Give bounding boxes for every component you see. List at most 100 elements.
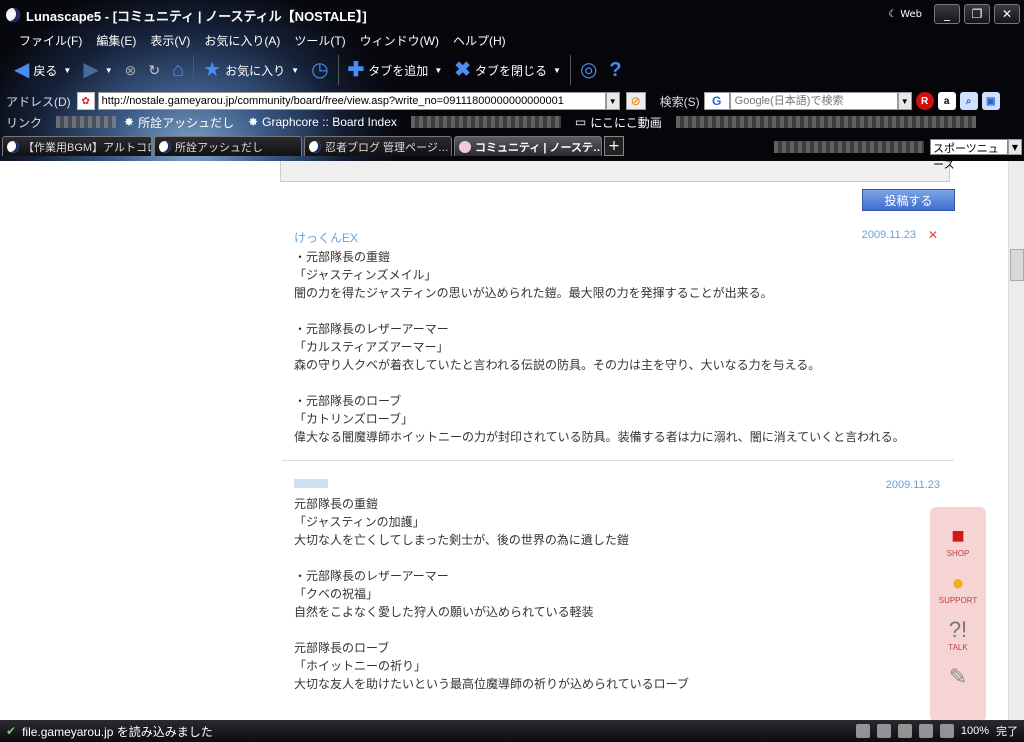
tv-button[interactable]: ◎	[574, 60, 603, 80]
toolbar-separator	[193, 55, 195, 85]
redacted-link[interactable]	[410, 116, 561, 128]
stop-button[interactable]: ⊗	[119, 63, 143, 77]
status-message: file.gameyarou.jp を読み込みました	[22, 724, 213, 739]
forward-arrow-icon: ▶	[83, 59, 99, 81]
link-ash[interactable]: ✸ 所詮アッシュだし	[124, 114, 234, 131]
amazon-icon[interactable]: a	[937, 92, 956, 110]
menu-favorites[interactable]: お気に入り(A)	[197, 32, 287, 49]
news-dropdown[interactable]: ▼	[1008, 139, 1022, 155]
news-ticker: スポーツニュース ▼	[774, 139, 1022, 171]
delete-icon[interactable]: ✕	[928, 228, 938, 242]
address-label: アドレス(D)	[6, 94, 71, 109]
reply-form-area	[280, 161, 950, 182]
vertical-scrollbar[interactable]	[1008, 161, 1024, 720]
comment-line: 森の守り人クベが着衣していたと言われる伝説の防具。その力は主を守り、大いなる力を…	[294, 358, 821, 372]
memo-link[interactable]: ✎	[949, 664, 967, 690]
page-icon[interactable]	[855, 724, 870, 738]
tv-icon: ▭	[574, 115, 587, 129]
comment-line: 元部隊長のローブ	[294, 641, 390, 655]
comment-line: ・元部隊長のレザーアーマー	[294, 569, 449, 583]
close-tab-button[interactable]: ✖ タブを閉じる ▼	[448, 60, 567, 80]
eye-icon[interactable]	[918, 724, 933, 738]
zoom-level[interactable]: 100%	[961, 725, 989, 737]
title-bar: Lunascape5 - [コミュニティ | ノースティル【NOSTALE】] …	[0, 0, 1024, 30]
moon-icon	[159, 140, 171, 153]
window-icon[interactable]: ▣	[981, 92, 1000, 110]
loaded-check-icon: ✔	[6, 724, 17, 738]
new-tab-button[interactable]: +	[604, 136, 624, 156]
rakuten-icon[interactable]: R	[915, 92, 934, 110]
comment-date: 2009.11.23	[885, 479, 940, 491]
tab-ash[interactable]: 所詮アッシュだし	[154, 136, 302, 156]
comment-line: 偉大なる闇魔導師ホイットニーの力が封印されている防具。装備する者は力に溺れ、闇に…	[294, 430, 905, 444]
back-button[interactable]: ◀ 戻る ▼	[8, 60, 77, 80]
support-link[interactable]: ● SUPPORT	[939, 570, 978, 605]
home-button[interactable]: ⌂	[166, 60, 190, 80]
stop-icon: ⊗	[124, 62, 137, 78]
reload-icon: ↻	[148, 62, 161, 78]
site-favicon-icon: ✿	[76, 92, 95, 110]
menu-tools[interactable]: ツール(T)	[287, 32, 352, 49]
web-toggle[interactable]: ☾ Web	[888, 9, 922, 20]
page-content: 投稿する けっくんEX 2009.11.23 ✕ ・元部隊長の重鎧 「ジャスティ…	[0, 161, 1024, 720]
link-graphcore[interactable]: ✸ Graphcore :: Board Index	[248, 115, 397, 129]
lightbulb-icon: ●	[951, 570, 965, 595]
menu-window[interactable]: ウィンドウ(W)	[353, 32, 446, 49]
links-label: リンク	[6, 115, 43, 130]
moon-icon: ☾	[888, 8, 898, 20]
minimize-button[interactable]: _	[934, 4, 960, 24]
redacted-link[interactable]	[675, 116, 976, 128]
google-icon[interactable]: G	[703, 92, 730, 110]
comment-line: 大切な人を亡くしてしまった剣士が、後の世界の為に遺した鎧	[294, 533, 629, 547]
add-tab-button[interactable]: ✚ タブを追加 ▼	[342, 60, 449, 80]
comment-author-redacted[interactable]	[294, 479, 934, 495]
post-button[interactable]: 投稿する	[862, 189, 955, 211]
search-label: 検索(S)	[659, 94, 700, 109]
menu-view[interactable]: 表示(V)	[143, 32, 197, 49]
tab-community[interactable]: コミュニティ | ノーステ…✖	[454, 136, 602, 156]
address-input[interactable]	[97, 92, 606, 110]
tab-ninja-blog[interactable]: 忍者ブログ 管理ページ…	[304, 136, 452, 156]
comment-author[interactable]: けっくんEX	[294, 229, 934, 246]
forward-button[interactable]: ▶ ▼	[77, 60, 118, 80]
block-icon[interactable]: ⊘	[625, 92, 646, 110]
shop-link[interactable]: ■ SHOP	[947, 523, 970, 558]
redacted-ticker	[774, 141, 924, 153]
comment-line: 元部隊長の重鎧	[294, 497, 379, 511]
reload-button[interactable]: ↻	[142, 63, 166, 77]
comment-line: ・元部隊長のローブ	[294, 394, 402, 408]
help-button[interactable]: ?	[603, 60, 627, 80]
security-icon[interactable]	[876, 724, 891, 738]
address-dropdown[interactable]: ▼	[605, 92, 620, 110]
comment-divider	[282, 460, 954, 461]
browser-chrome: Lunascape5 - [コミュニティ | ノースティル【NOSTALE】] …	[0, 0, 1024, 171]
menu-file[interactable]: ファイル(F)	[12, 32, 89, 49]
chevron-down-icon: ▼	[291, 65, 300, 75]
scrollbar-thumb[interactable]	[1010, 249, 1024, 281]
favorites-button[interactable]: ★ お気に入り ▼	[197, 60, 305, 80]
comment-line: 「ジャスティンの加護」	[294, 515, 425, 529]
redacted-link[interactable]	[56, 116, 117, 128]
home-icon: ⌂	[172, 59, 185, 81]
window-title: Lunascape5 - [コミュニティ | ノースティル【NOSTALE】]	[26, 8, 367, 24]
status-icons: 100% 完了	[855, 723, 1018, 739]
menu-edit[interactable]: 編集(E)	[89, 32, 143, 49]
history-button[interactable]: ◷	[305, 60, 334, 80]
maximize-button[interactable]: ❐	[964, 4, 990, 24]
comment-2: 2009.11.23 元部隊長の重鎧 「ジャスティンの加護」 大切な人を亡くして…	[294, 479, 940, 693]
lock-icon[interactable]	[897, 724, 912, 738]
news-category-select[interactable]: スポーツニュース	[930, 139, 1008, 171]
site-favicon-icon	[459, 140, 471, 153]
window-controls: ☾ Web _ ❐ ✕	[888, 4, 1020, 24]
menu-help[interactable]: ヘルプ(H)	[446, 32, 513, 49]
link-nicovideo[interactable]: ▭ にこにこ動画	[575, 114, 662, 131]
lunascape-moon-icon	[6, 8, 20, 22]
close-window-button[interactable]: ✕	[994, 4, 1020, 24]
search-dropdown[interactable]: ▼	[897, 92, 912, 110]
talk-link[interactable]: ?! TALK	[948, 617, 967, 652]
comment-line: 「ホイットニーの祈り」	[294, 659, 427, 673]
tab-bgm[interactable]: 【作業用BGM】アルトコロ…	[2, 136, 152, 156]
search-input[interactable]	[729, 92, 898, 110]
search-page-icon[interactable]: ⌕	[959, 92, 978, 110]
zoom-icon[interactable]	[939, 724, 954, 738]
